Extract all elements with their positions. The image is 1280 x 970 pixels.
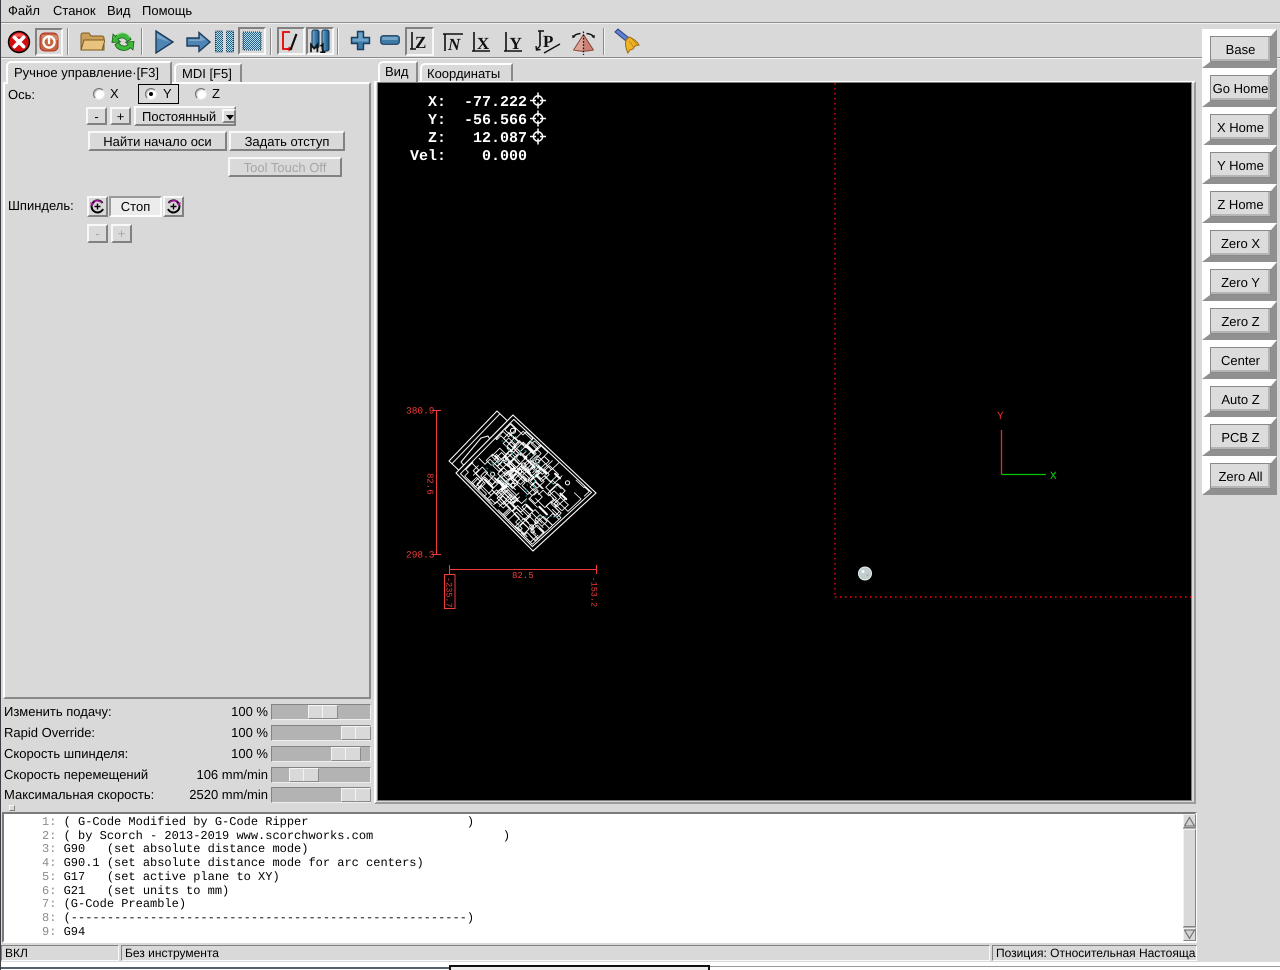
svg-text:P: P [543, 32, 553, 51]
svg-text:Z: Z [415, 33, 426, 52]
svg-text:Vel: 0.000: Vel: 0.000 [401, 148, 527, 165]
svg-text:Y: -56.566: Y: -56.566 [401, 112, 527, 129]
svg-text:Y: Y [997, 411, 1004, 423]
svg-text:Z: 12.087: Z: 12.087 [401, 130, 527, 147]
svg-text:82.5: 82.5 [512, 571, 534, 581]
svg-text:X: X [1050, 471, 1057, 483]
svg-text:298.3: 298.3 [406, 550, 435, 561]
svg-text:N: N [447, 35, 461, 54]
svg-text:82.6: 82.6 [425, 473, 435, 495]
svg-text:X: X [477, 34, 490, 53]
svg-text:X: -77.222: X: -77.222 [401, 94, 527, 111]
svg-text:Y: Y [510, 34, 522, 53]
svg-text:-153.2: -153.2 [589, 577, 599, 608]
svg-text:380.9: 380.9 [406, 406, 435, 417]
svg-text:-235.7: -235.7 [444, 577, 454, 608]
